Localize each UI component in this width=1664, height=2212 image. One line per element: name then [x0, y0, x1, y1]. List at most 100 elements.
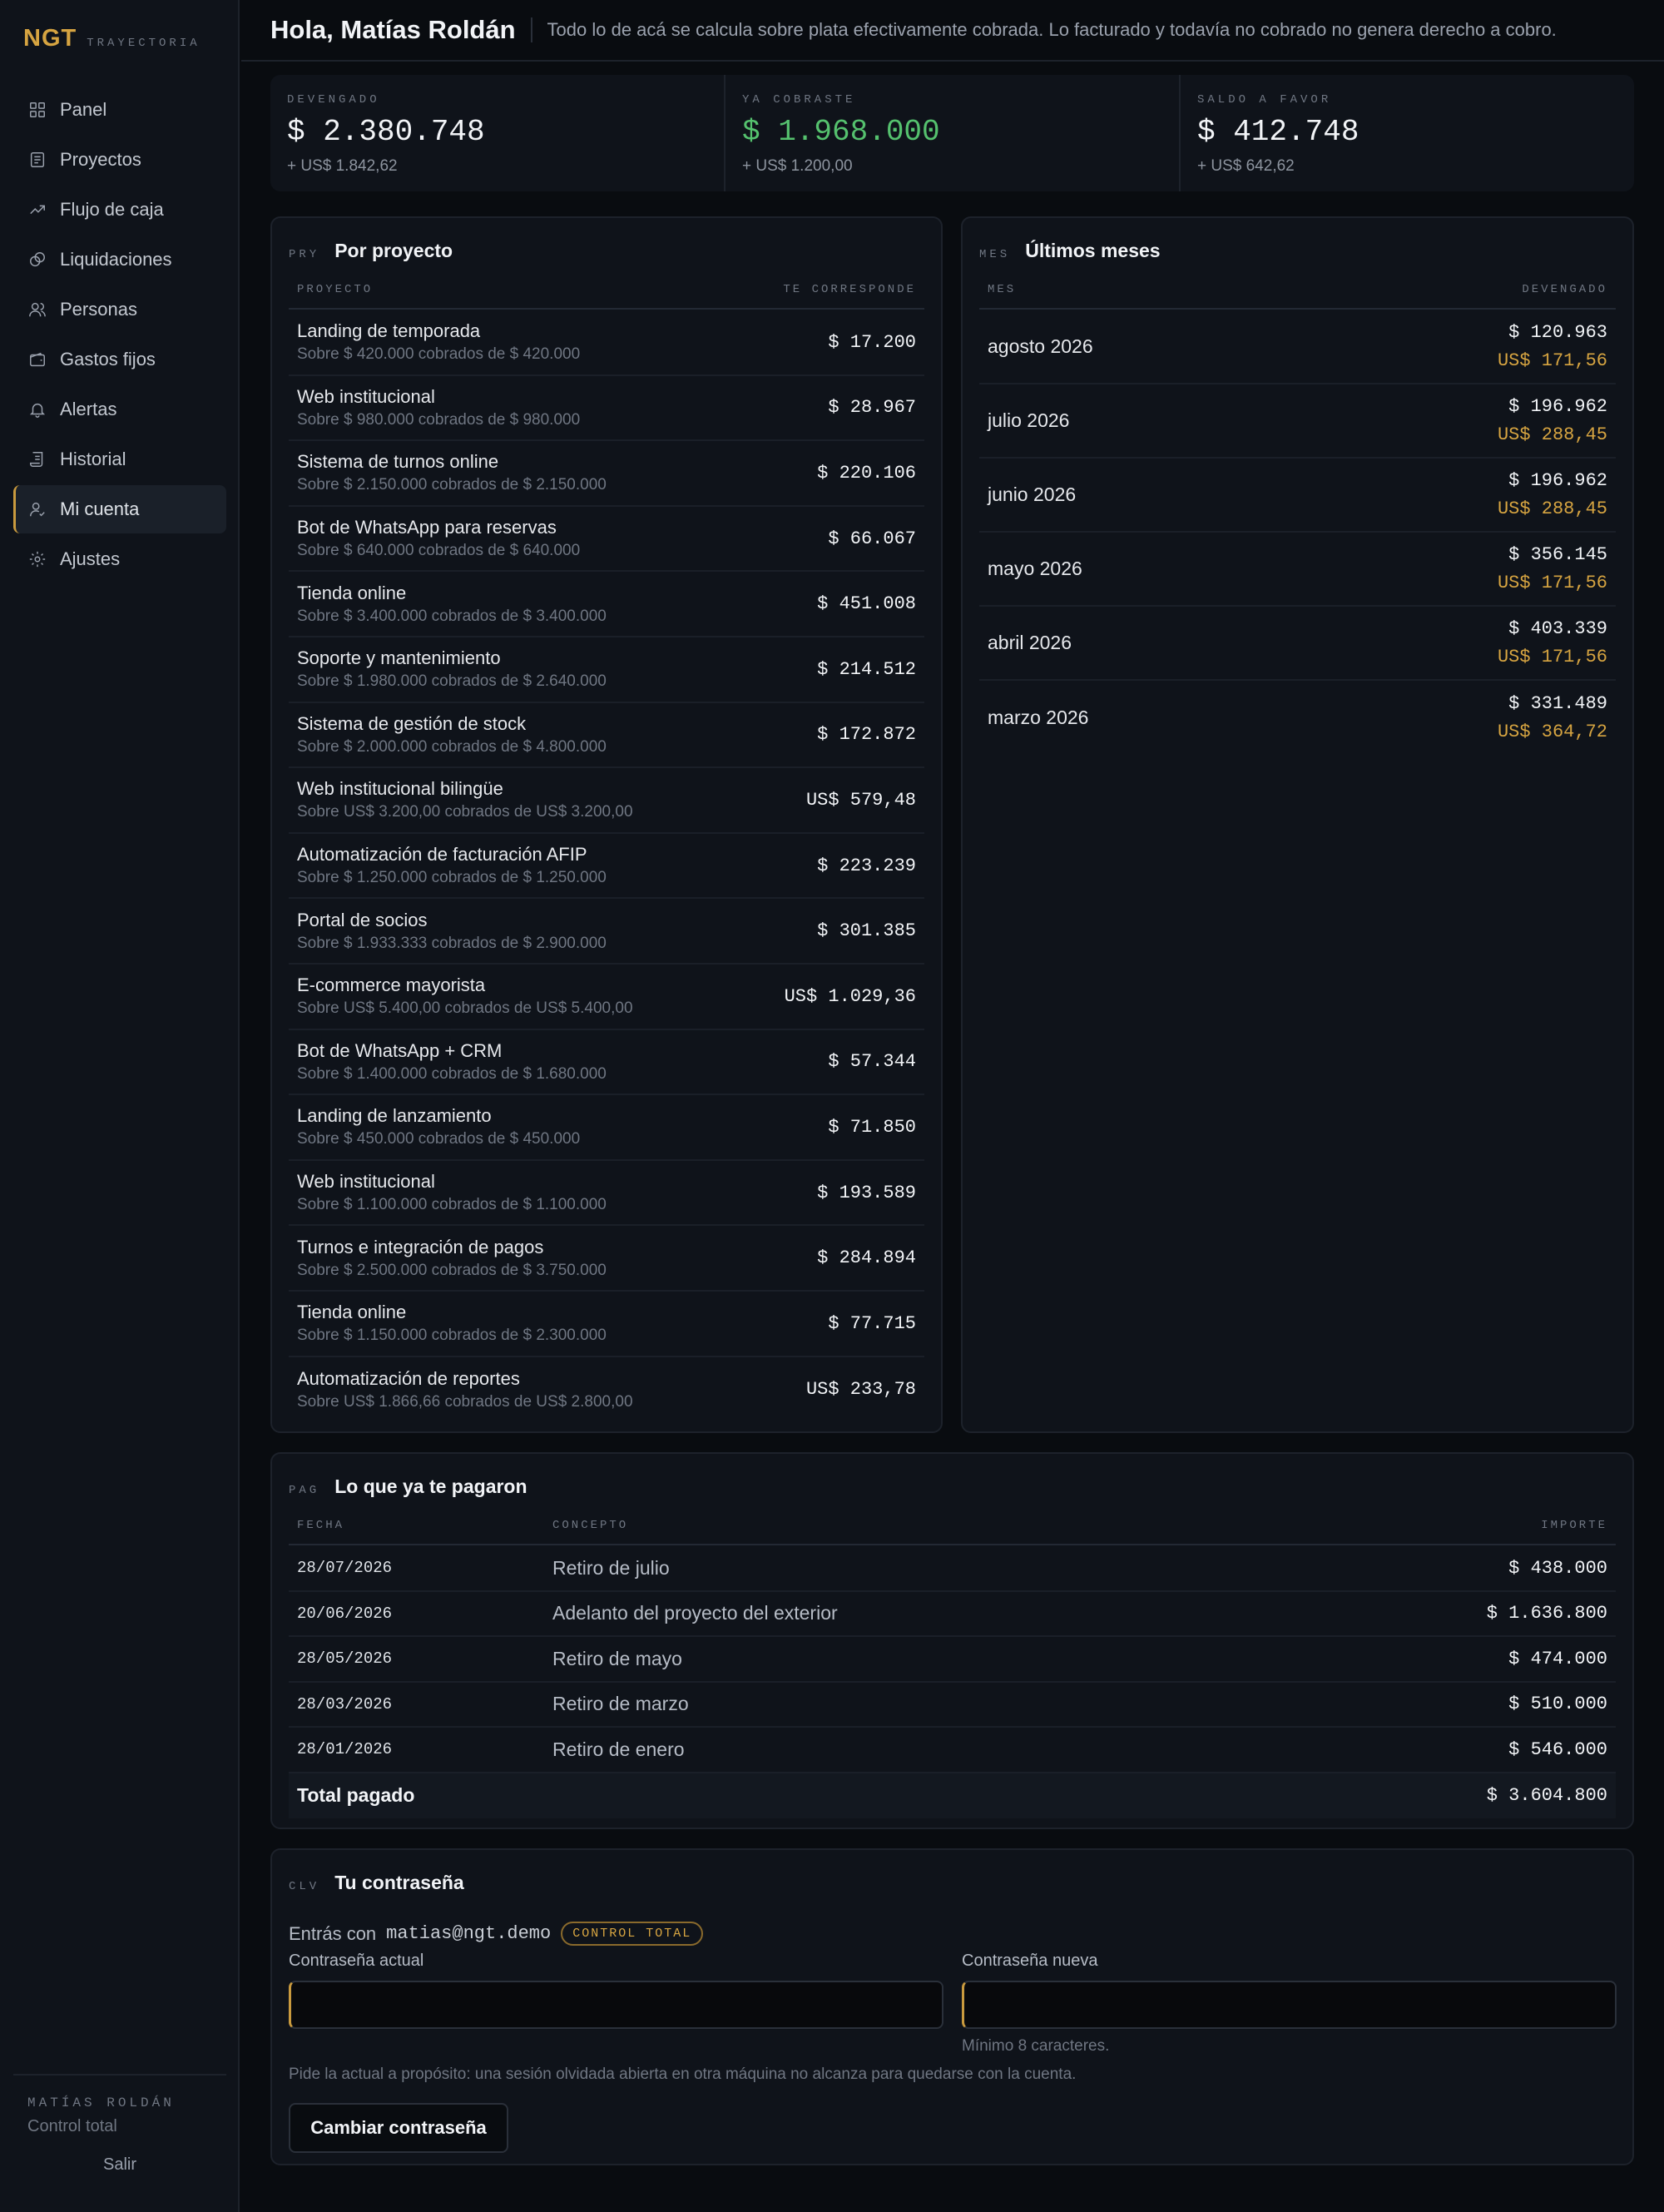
payment-date: 28/03/2026: [297, 1694, 393, 1714]
table-row[interactable]: Tienda online Sobre $ 3.400.000 cobrados …: [289, 572, 924, 637]
nav-item-gastos-fijos[interactable]: Gastos fijos: [13, 335, 226, 384]
project-amount: $ 223.239: [817, 855, 916, 876]
payment-concept: Retiro de enero: [552, 1738, 685, 1760]
bell-icon: [29, 403, 46, 418]
nav-item-liquidaciones[interactable]: Liquidaciones: [13, 236, 226, 284]
month-usd-amount: US$ 171,56: [1497, 350, 1607, 371]
panel-header: CLV Tu contraseña: [289, 1872, 464, 1894]
nav-label: Ajustes: [60, 548, 121, 569]
current-password-input[interactable]: [289, 1981, 943, 2029]
project-name: E-commerce mayorista: [297, 975, 486, 996]
stat-value: $ 1.968.000: [742, 115, 940, 149]
table-row[interactable]: Web institucional Sobre $ 980.000 cobrado…: [289, 376, 924, 442]
project-name: Sistema de turnos online: [297, 451, 499, 473]
project-note: Sobre $ 2.000.000 cobrados de $ 4.800.00…: [297, 737, 607, 756]
month-ars-amount: $ 196.962: [1508, 395, 1607, 417]
stat-value: $ 412.748: [1197, 115, 1359, 149]
project-name: Landing de temporada: [297, 320, 481, 342]
table-row[interactable]: Landing de temporada Sobre $ 420.000 cobr…: [289, 310, 924, 376]
stat-label: SALDO A FAVOR: [1197, 93, 1332, 107]
payment-concept: Retiro de marzo: [552, 1693, 689, 1715]
header-divider: [530, 17, 532, 42]
project-info: Automatización de facturación AFIP Sobre …: [297, 844, 607, 887]
panel-header: PAG Lo que ya te pagaron: [289, 1475, 527, 1498]
project-note: Sobre $ 2.150.000 cobrados de $ 2.150.00…: [297, 476, 607, 494]
payment-concept: Retiro de julio: [552, 1556, 670, 1579]
table-row: abril 2026 $ 403.339 US$ 171,56: [979, 607, 1616, 681]
nav-label: Historial: [60, 449, 126, 469]
project-amount: $ 28.967: [828, 397, 916, 419]
table-row[interactable]: Bot de WhatsApp + CRM Sobre $ 1.400.000 c…: [289, 1030, 924, 1096]
table-row: 28/03/2026 Retiro de marzo $ 510.000: [289, 1683, 1616, 1728]
project-amount: $ 284.894: [817, 1247, 916, 1269]
table-header: FECHA CONCEPTO IMPORTE: [289, 1519, 1616, 1545]
table-row[interactable]: Portal de socios Sobre $ 1.933.333 cobrad…: [289, 899, 924, 965]
table-header: PROYECTO TE CORRESPONDE: [289, 283, 924, 310]
payment-amount: $ 438.000: [1508, 1557, 1607, 1579]
table-row[interactable]: Landing de lanzamiento Sobre $ 450.000 co…: [289, 1095, 924, 1161]
project-note: Sobre $ 1.400.000 cobrados de $ 1.680.00…: [297, 1064, 607, 1083]
nav-item-mi-cuenta[interactable]: Mi cuenta: [13, 485, 226, 533]
nav-item-personas[interactable]: Personas: [13, 285, 226, 334]
project-info: Portal de socios Sobre $ 1.933.333 cobrad…: [297, 910, 607, 953]
table-row[interactable]: E-commerce mayorista Sobre US$ 5.400,00 c…: [289, 965, 924, 1030]
payments-panel: PAG Lo que ya te pagaron FECHA CONCEPTO …: [270, 1452, 1634, 1829]
column-header-concept: CONCEPTO: [552, 1519, 629, 1532]
panel-header: MES Últimos meses: [979, 240, 1161, 262]
brand[interactable]: NGT TRAYECTORIA: [23, 25, 201, 52]
stat-sub: + US$ 642,62: [1197, 157, 1295, 175]
table-row[interactable]: Automatización de facturación AFIP Sobre …: [289, 834, 924, 900]
table-row[interactable]: Sistema de turnos online Sobre $ 2.150.00…: [289, 441, 924, 507]
project-amount: $ 17.200: [828, 331, 916, 353]
project-name: Soporte y mantenimiento: [297, 647, 501, 669]
nav-label: Alertas: [60, 399, 117, 419]
payment-concept: Adelanto del proyecto del exterior: [552, 1602, 838, 1624]
month-name: julio 2026: [988, 409, 1070, 431]
panel-title: Últimos meses: [1025, 240, 1161, 261]
summary-stats: DEVENGADO $ 2.380.748 + US$ 1.842,62 YA …: [270, 75, 1634, 191]
change-password-button[interactable]: Cambiar contraseña: [289, 2103, 508, 2153]
month-values: $ 196.962 US$ 288,45: [1498, 467, 1607, 523]
main-nav: Panel Proyectos Flujo de caja Liquidacio…: [13, 86, 226, 585]
table-row[interactable]: Bot de WhatsApp para reservas Sobre $ 640…: [289, 507, 924, 573]
table-row[interactable]: Sistema de gestión de stock Sobre $ 2.000…: [289, 703, 924, 769]
document-icon: [30, 152, 45, 167]
table-row[interactable]: Soporte y mantenimiento Sobre $ 1.980.000…: [289, 637, 924, 703]
logout-button[interactable]: Salir: [13, 2155, 226, 2175]
nav-label: Personas: [60, 299, 137, 320]
project-name: Turnos e integración de pagos: [297, 1236, 544, 1257]
table-row[interactable]: Automatización de reportes Sobre US$ 1.86…: [289, 1357, 924, 1423]
month-values: $ 403.339 US$ 171,56: [1498, 615, 1607, 672]
project-name: Landing de lanzamiento: [297, 1105, 492, 1127]
payment-date: 20/06/2026: [297, 1604, 393, 1623]
new-password-input[interactable]: [962, 1981, 1617, 2029]
month-name: marzo 2026: [988, 707, 1089, 728]
table-row[interactable]: Turnos e integración de pagos Sobre $ 2.5…: [289, 1226, 924, 1292]
login-email: matias@ngt.demo: [386, 1923, 552, 1944]
table-row[interactable]: Web institucional Sobre $ 1.100.000 cobra…: [289, 1161, 924, 1227]
login-prefix: Entrás con: [289, 1922, 377, 1944]
nav-item-flujo-de-caja[interactable]: Flujo de caja: [13, 186, 226, 234]
panel-header: PRY Por proyecto: [289, 240, 453, 262]
nav-label: Liquidaciones: [60, 249, 172, 270]
months-list: agosto 2026 $ 120.963 US$ 171,56 julio 2026…: [979, 310, 1616, 755]
nav-item-historial[interactable]: Historial: [13, 435, 226, 484]
nav-item-alertas[interactable]: Alertas: [13, 385, 226, 434]
project-name: Web institucional: [297, 385, 435, 407]
nav-item-proyectos[interactable]: Proyectos: [13, 136, 226, 184]
scroll-icon: [30, 452, 43, 467]
month-name: junio 2026: [988, 484, 1077, 505]
month-ars-amount: $ 403.339: [1508, 617, 1607, 639]
project-name: Bot de WhatsApp + CRM: [297, 1039, 503, 1061]
months-panel: MES Últimos meses MES DEVENGADO agosto 2…: [961, 216, 1634, 1433]
nav-item-panel[interactable]: Panel: [13, 86, 226, 134]
nav-item-ajustes[interactable]: Ajustes: [13, 535, 226, 583]
project-note: Sobre $ 1.100.000 cobrados de $ 1.100.00…: [297, 1196, 607, 1214]
table-row[interactable]: Tienda online Sobre $ 1.150.000 cobrados …: [289, 1292, 924, 1357]
total-amount: $ 3.604.800: [1486, 1785, 1607, 1806]
table-row: 20/06/2026 Adelanto del proyecto del exte…: [289, 1592, 1616, 1637]
table-row[interactable]: Web institucional bilingüe Sobre US$ 3.20…: [289, 768, 924, 834]
project-info: Landing de lanzamiento Sobre $ 450.000 co…: [297, 1105, 580, 1148]
project-amount: $ 193.589: [817, 1182, 916, 1203]
project-amount: $ 77.715: [828, 1312, 916, 1334]
